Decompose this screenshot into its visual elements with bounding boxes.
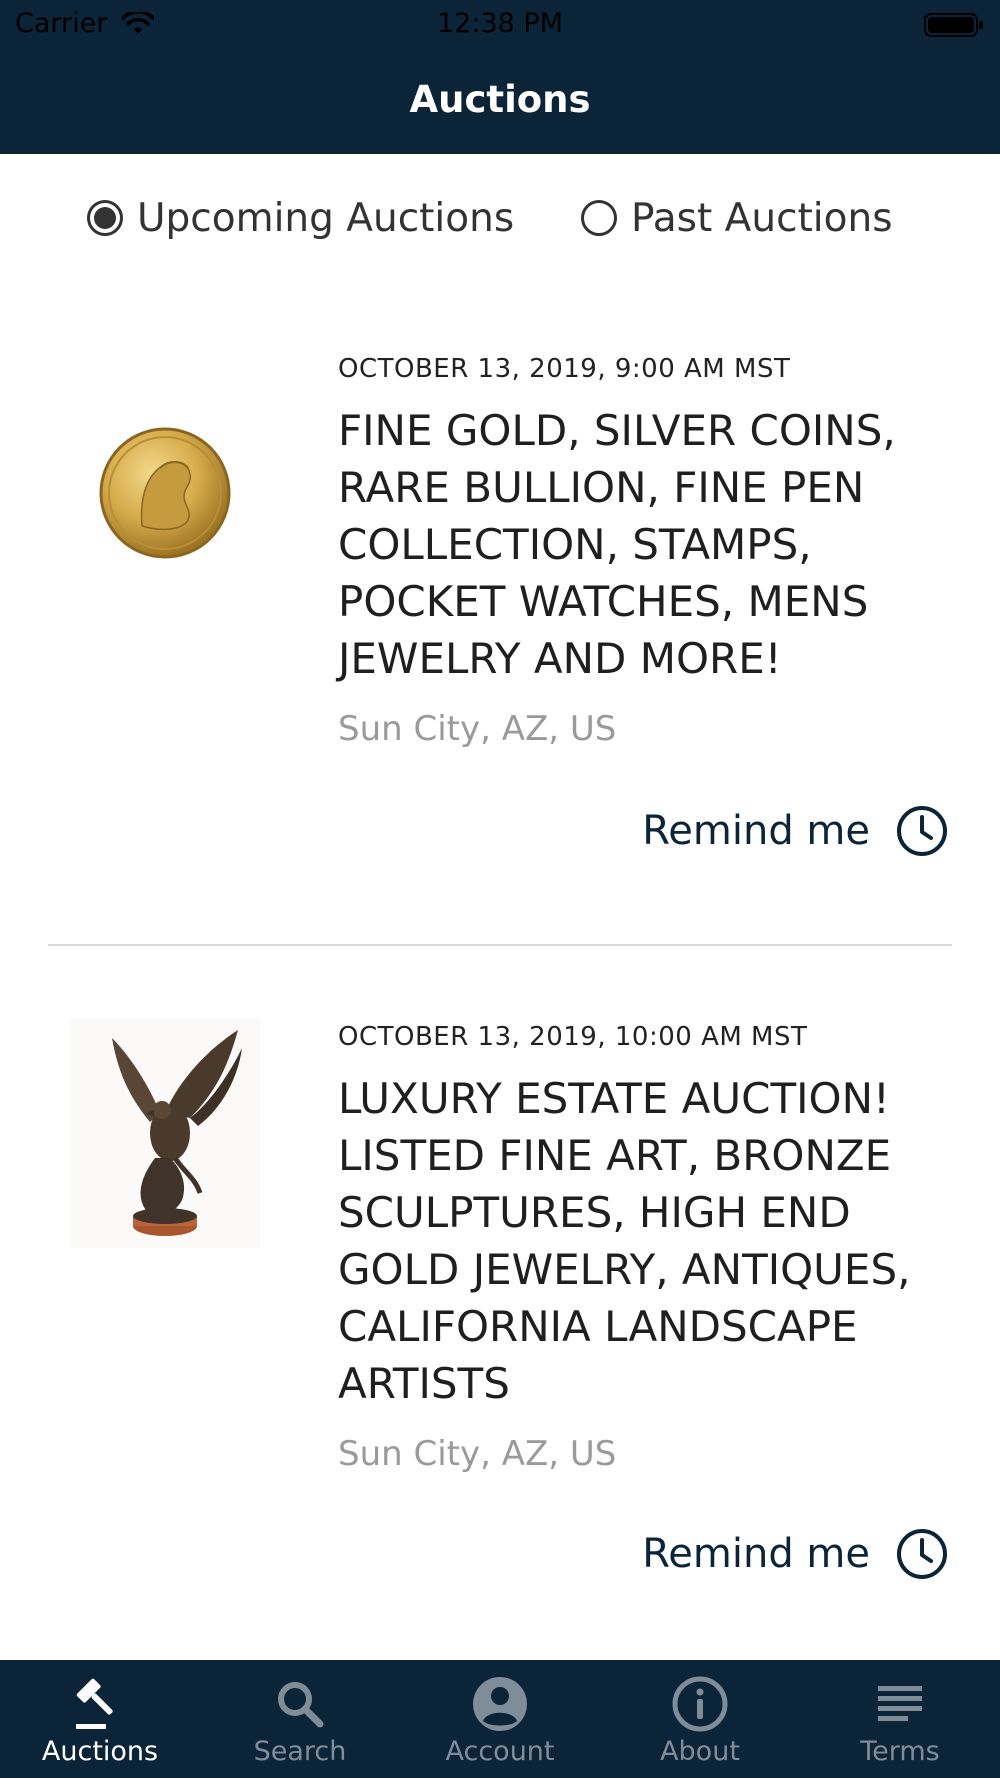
auction-title: LUXURY ESTATE AUCTION! LISTED FINE ART, … (338, 1074, 911, 1408)
auction-title: FINE GOLD, SILVER COINS, RARE BULLION, F… (338, 406, 896, 683)
tab-label: About (660, 1736, 740, 1767)
remind-me-button[interactable]: Remind me (642, 1528, 948, 1580)
upcoming-auctions-radio[interactable]: Upcoming Auctions (87, 190, 514, 246)
tab-account[interactable]: Account (400, 1660, 600, 1778)
search-icon (278, 1682, 324, 1728)
list-divider (48, 944, 952, 946)
gavel-icon (76, 1678, 113, 1729)
page-title: Auctions (409, 78, 591, 121)
status-bar: Carrier 12:38 PM (0, 0, 1000, 50)
clock-icon (897, 806, 947, 856)
clock-icon (897, 1529, 947, 1579)
tab-label: Auctions (41, 1736, 159, 1767)
tab-terms[interactable]: Terms (800, 1660, 1000, 1778)
auction-date: OCTOBER 13, 2019, 10:00 AM MST (338, 1022, 808, 1052)
radio-label-upcoming: Upcoming Auctions (137, 195, 515, 241)
radio-unselected-icon (581, 200, 617, 236)
auction-list-item[interactable]: OCTOBER 13, 2019, 10:00 AM MST LUXURY ES… (0, 1008, 1000, 1579)
auction-location: Sun City, AZ, US (338, 1434, 617, 1474)
info-icon (672, 1676, 728, 1732)
radio-selected-icon (87, 200, 123, 236)
radio-label-past: Past Auctions (631, 195, 893, 241)
tab-about[interactable]: About (600, 1660, 800, 1778)
tab-label: Search (253, 1736, 347, 1767)
tab-auctions[interactable]: Auctions (0, 1660, 200, 1778)
auction-list-item[interactable]: OCTOBER 13, 2019, 9:00 AM MST FINE GOLD,… (0, 340, 1000, 880)
account-icon (473, 1677, 527, 1731)
remind-me-label: Remind me (642, 1531, 870, 1577)
app-screen: Carrier 12:38 PM Auctions Upcoming Aucti… (0, 0, 1000, 1778)
gold-coin-icon (99, 427, 231, 559)
remind-me-label: Remind me (642, 808, 870, 854)
status-time: 12:38 PM (437, 8, 563, 39)
header: Carrier 12:38 PM Auctions (0, 0, 1000, 154)
tab-label: Account (445, 1736, 555, 1767)
auction-details: OCTOBER 13, 2019, 9:00 AM MST FINE GOLD,… (338, 340, 958, 749)
tab-label: Terms (860, 1736, 940, 1767)
auction-date: OCTOBER 13, 2019, 9:00 AM MST (338, 354, 791, 384)
battery-icon (924, 13, 983, 37)
remind-me-button[interactable]: Remind me (642, 805, 948, 857)
auction-details: OCTOBER 13, 2019, 10:00 AM MST LUXURY ES… (338, 1008, 958, 1474)
tab-search[interactable]: Search (200, 1660, 400, 1778)
tab-bar: Auctions Search Account About Terms (0, 1660, 1000, 1778)
auction-filter: Upcoming Auctions Past Auctions (0, 190, 1000, 246)
bronze-eagle-icon (70, 1018, 260, 1248)
past-auctions-radio[interactable]: Past Auctions (581, 190, 893, 246)
list-icon (878, 1686, 922, 1721)
auction-location: Sun City, AZ, US (338, 709, 617, 749)
